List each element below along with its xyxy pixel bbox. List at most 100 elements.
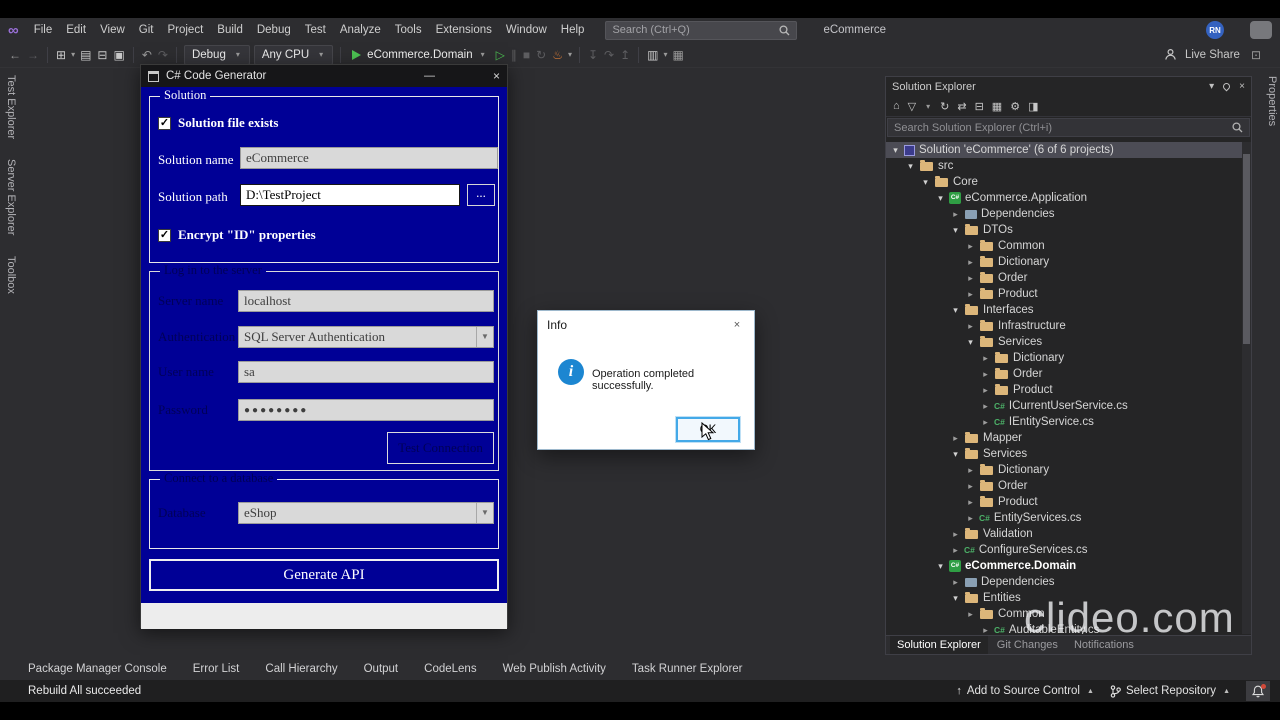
scrollbar[interactable]: [1242, 142, 1251, 634]
tree-item[interactable]: ▸ Validation: [886, 526, 1242, 542]
solution-platforms-dropdown[interactable]: Any CPU ▾: [253, 44, 334, 65]
start-debugging-button[interactable]: eCommerce.Domain ▾: [346, 45, 492, 65]
tool-window-tab-git-changes[interactable]: Git Changes: [990, 636, 1065, 654]
pin-icon[interactable]: [1221, 81, 1232, 92]
user-name-field[interactable]: sa: [238, 361, 494, 383]
tree-expander-icon[interactable]: ▾: [950, 449, 961, 460]
info-dialog-titlebar[interactable]: Info ×: [538, 311, 754, 339]
tree-expander-icon[interactable]: ▸: [950, 545, 961, 556]
menu-item-view[interactable]: View: [93, 18, 132, 42]
close-icon[interactable]: ×: [493, 69, 500, 83]
tree-expander-icon[interactable]: ▸: [950, 529, 961, 540]
tree-expander-icon[interactable]: ▸: [965, 273, 976, 284]
redo-icon[interactable]: ↷: [155, 48, 171, 62]
tree-item[interactable]: ▾ Core: [886, 174, 1242, 190]
tree-expander-icon[interactable]: ▸: [950, 209, 961, 220]
tree-expander-icon[interactable]: ▾: [935, 193, 946, 204]
tree-item[interactable]: ▸ Dictionary: [886, 462, 1242, 478]
tree-item[interactable]: ▸ Order: [886, 270, 1242, 286]
database-dropdown[interactable]: eShop ▼: [238, 502, 494, 524]
tree-expander-icon[interactable]: ▸: [980, 625, 991, 635]
menu-item-help[interactable]: Help: [554, 18, 592, 42]
tree-item[interactable]: ▸ Dependencies: [886, 206, 1242, 222]
menu-item-file[interactable]: File: [27, 18, 60, 42]
tree-item[interactable]: ▾ Services: [886, 334, 1242, 350]
tree-item[interactable]: ▸ C# ConfigureServices.cs: [886, 542, 1242, 558]
tree-item[interactable]: ▸ C# AuditableEntity.cs: [886, 622, 1242, 634]
refresh-icon[interactable]: ↻: [940, 100, 949, 113]
tree-item[interactable]: ▸ Product: [886, 382, 1242, 398]
menu-item-build[interactable]: Build: [210, 18, 250, 42]
tree-expander-icon[interactable]: ▸: [965, 321, 976, 332]
close-icon[interactable]: ×: [1239, 81, 1245, 92]
tree-expander-icon[interactable]: ▾: [965, 337, 976, 348]
new-project-icon[interactable]: ⊞: [53, 48, 69, 62]
tree-item[interactable]: ▸ Order: [886, 478, 1242, 494]
open-file-icon[interactable]: ▤: [77, 48, 94, 62]
tree-item[interactable]: ▸ Order: [886, 366, 1242, 382]
solution-configurations-dropdown[interactable]: Debug ▾: [183, 44, 250, 65]
find-icon[interactable]: ▥: [644, 48, 661, 62]
select-repository-button[interactable]: Select Repository ▲: [1110, 684, 1232, 698]
tree-item[interactable]: ▸ C# IEntityService.cs: [886, 414, 1242, 430]
sync-with-active-document-icon[interactable]: ⇄: [957, 100, 966, 113]
password-field[interactable]: ●●●●●●●●: [238, 399, 494, 421]
close-icon[interactable]: ×: [720, 311, 754, 339]
filter-icon[interactable]: ▽: [908, 100, 916, 113]
tree-item[interactable]: ▸ Dictionary: [886, 350, 1242, 366]
menu-item-extensions[interactable]: Extensions: [429, 18, 499, 42]
share-icon[interactable]: ⊡: [1248, 48, 1264, 62]
tree-expander-icon[interactable]: ▸: [965, 497, 976, 508]
tree-expander-icon[interactable]: ▸: [965, 609, 976, 620]
tree-expander-icon[interactable]: ▸: [980, 385, 991, 396]
tree-expander-icon[interactable]: ▸: [980, 353, 991, 364]
solution-path-field[interactable]: D:\TestProject: [240, 184, 460, 206]
tree-item[interactable]: ▸ C# ICurrentUserService.cs: [886, 398, 1242, 414]
menu-item-project[interactable]: Project: [160, 18, 210, 42]
minimize-icon[interactable]: —: [424, 70, 435, 82]
tree-item[interactable]: ▾ C# eCommerce.Domain: [886, 558, 1242, 574]
panel-tab-codelens[interactable]: CodeLens: [424, 663, 476, 675]
tree-expander-icon[interactable]: ▸: [965, 465, 976, 476]
tree-expander-icon[interactable]: ▸: [965, 289, 976, 300]
tree-expander-icon[interactable]: ▾: [905, 161, 916, 172]
start-without-debugging-icon[interactable]: ▷: [493, 48, 508, 62]
tree-expander-icon[interactable]: ▸: [965, 257, 976, 268]
generate-api-button[interactable]: Generate API: [149, 559, 499, 591]
menu-item-window[interactable]: Window: [499, 18, 554, 42]
save-icon[interactable]: ⊟: [94, 48, 110, 62]
undo-icon[interactable]: ↶: [139, 48, 155, 62]
tree-expander-icon[interactable]: ▸: [980, 369, 991, 380]
test-connection-button[interactable]: Test Connection: [387, 432, 494, 464]
tree-expander-icon[interactable]: ▸: [950, 577, 961, 588]
left-tab-toolbox[interactable]: Toolbox: [5, 256, 17, 294]
tree-item[interactable]: ▸ Common: [886, 606, 1242, 622]
global-search-input[interactable]: Search (Ctrl+Q): [605, 20, 798, 40]
tree-item[interactable]: ▾ Services: [886, 446, 1242, 462]
tree-expander-icon[interactable]: ▸: [965, 513, 976, 524]
tree-item[interactable]: ▾ DTOs: [886, 222, 1242, 238]
tree-item[interactable]: ▸ Mapper: [886, 430, 1242, 446]
solution-explorer-search-input[interactable]: Search Solution Explorer (Ctrl+i): [887, 118, 1250, 137]
solution-name-field[interactable]: eCommerce: [240, 147, 498, 169]
left-tab-test-explorer[interactable]: Test Explorer: [5, 75, 17, 139]
tree-item[interactable]: ▸ Dictionary: [886, 254, 1242, 270]
tree-expander-icon[interactable]: ▸: [965, 241, 976, 252]
panel-tab-task-runner-explorer[interactable]: Task Runner Explorer: [632, 663, 743, 675]
authentication-dropdown[interactable]: SQL Server Authentication ▼: [238, 326, 494, 348]
right-tab-properties[interactable]: Properties: [1266, 76, 1278, 126]
tree-item[interactable]: ▸ Common: [886, 238, 1242, 254]
menu-item-tools[interactable]: Tools: [388, 18, 429, 42]
tree-item[interactable]: ▾ Entities: [886, 590, 1242, 606]
menu-item-debug[interactable]: Debug: [250, 18, 298, 42]
code-generator-titlebar[interactable]: C# Code Generator — ×: [141, 65, 507, 87]
menu-item-git[interactable]: Git: [132, 18, 161, 42]
solution-file-exists-checkbox[interactable]: ✓ Solution file exists: [158, 115, 278, 131]
tree-item[interactable]: ▾ src: [886, 158, 1242, 174]
tree-item[interactable]: ▸ Infrastructure: [886, 318, 1242, 334]
menu-item-edit[interactable]: Edit: [59, 18, 93, 42]
tree-item[interactable]: ▸ Product: [886, 286, 1242, 302]
tree-expander-icon[interactable]: ▸: [980, 417, 991, 428]
home-icon[interactable]: ⌂: [893, 100, 900, 112]
vs-logo-icon[interactable]: ∞: [8, 22, 19, 39]
